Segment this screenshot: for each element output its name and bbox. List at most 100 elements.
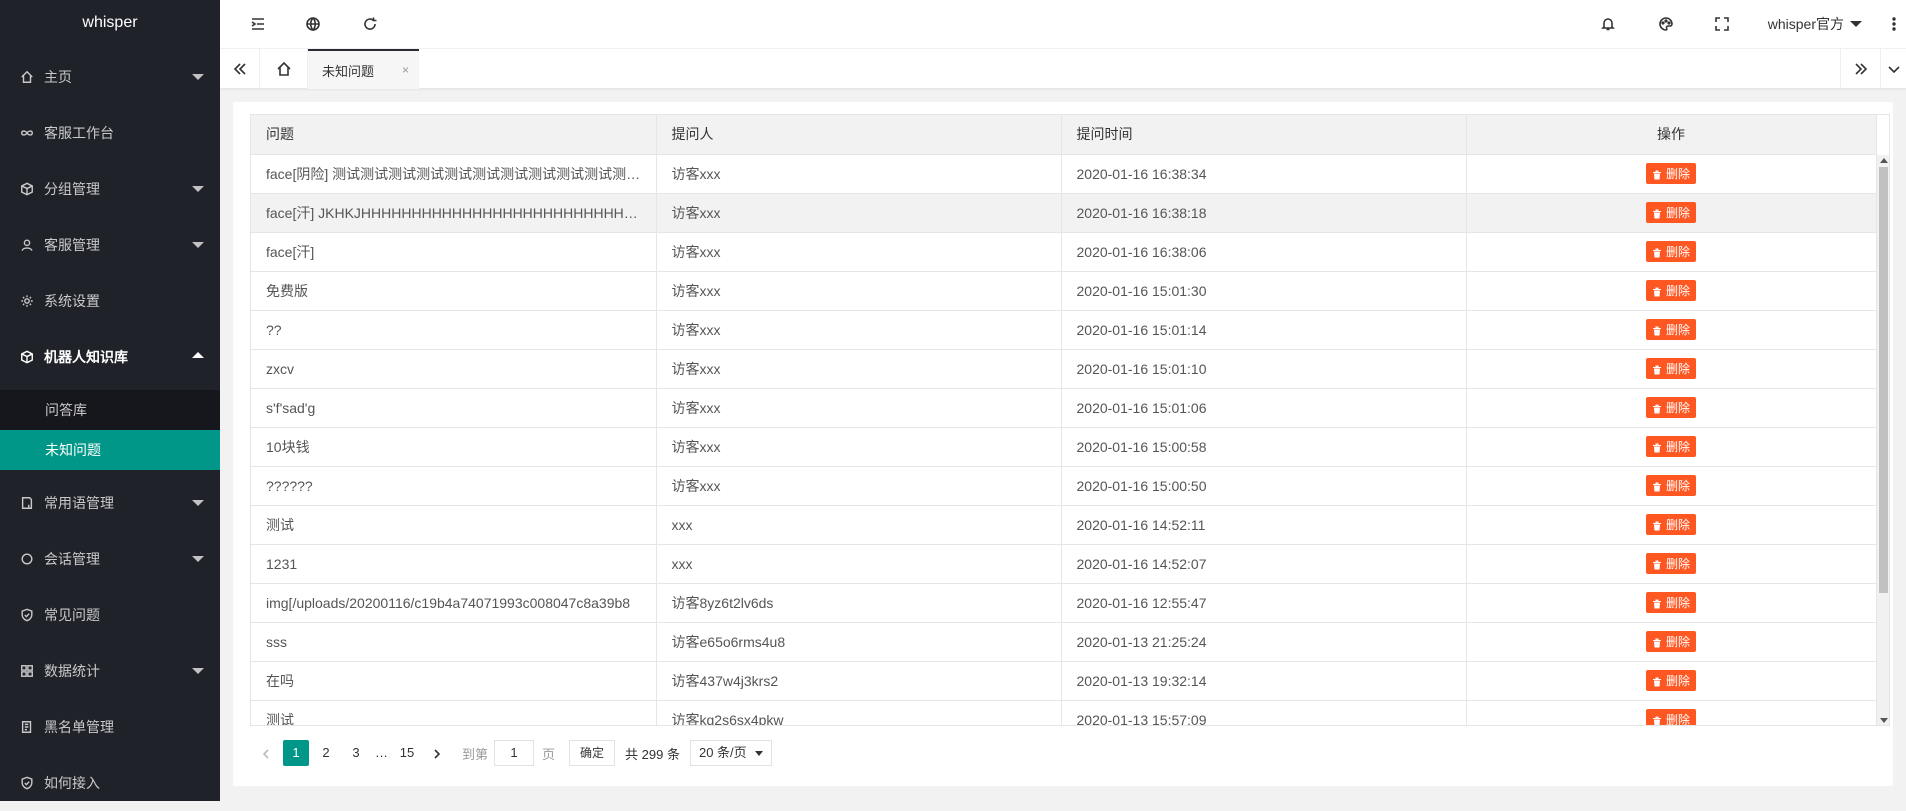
cell-actions: 删除 xyxy=(1466,583,1877,623)
delete-button[interactable]: 删除 xyxy=(1645,280,1696,301)
delete-button[interactable]: 删除 xyxy=(1645,592,1696,613)
table-row[interactable]: 10块钱 访客xxx 2020-01-16 15:00:58 删除 xyxy=(251,427,1877,467)
theme-palette-icon[interactable] xyxy=(1656,14,1676,34)
cell-question: s'f'sad'g xyxy=(251,388,657,428)
grid-icon xyxy=(20,664,34,678)
sidebar-item-faq[interactable]: 常见问题 xyxy=(0,587,220,643)
next-page-button[interactable] xyxy=(424,740,450,766)
data-table: 问题 提问人 提问时间 操作 face[阴险] 测试测试测试测试测试测试测试测试… xyxy=(250,114,1890,726)
sidebar-item-phrases[interactable]: 常用语管理 xyxy=(0,475,220,531)
table-row[interactable]: 在吗 访客437w4j3krs2 2020-01-13 19:32:14 删除 xyxy=(251,661,1877,701)
page-button-1[interactable]: 1 xyxy=(283,740,309,766)
table-row[interactable]: s'f'sad'g 访客xxx 2020-01-16 15:01:06 删除 xyxy=(251,388,1877,428)
sidebar-item-groups[interactable]: 分组管理 xyxy=(0,161,220,217)
delete-button[interactable]: 删除 xyxy=(1645,709,1696,726)
delete-label: 删除 xyxy=(1665,362,1690,376)
fullscreen-icon[interactable] xyxy=(1712,14,1732,34)
delete-label: 删除 xyxy=(1665,713,1690,726)
sidebar-item-home[interactable]: 主页 xyxy=(0,49,220,105)
sidebar-item-settings[interactable]: 系统设置 xyxy=(0,273,220,329)
table-row[interactable]: img[/uploads/20200116/c19b4a74071993c008… xyxy=(251,583,1877,623)
globe-icon[interactable] xyxy=(303,14,323,34)
scrollbar-thumb[interactable] xyxy=(1879,167,1888,593)
tabs-scroll-right-icon[interactable] xyxy=(1840,49,1880,89)
delete-button[interactable]: 删除 xyxy=(1645,202,1696,223)
page-size-select[interactable]: 20 条/页 xyxy=(689,740,772,766)
scroll-down-icon[interactable] xyxy=(1880,718,1888,723)
cell-time: 2020-01-16 12:55:47 xyxy=(1061,583,1467,623)
cell-time: 2020-01-16 15:01:14 xyxy=(1061,310,1467,350)
column-header-time[interactable]: 提问时间 xyxy=(1061,115,1467,155)
bell-icon[interactable] xyxy=(1598,14,1618,34)
shield-icon xyxy=(20,776,34,790)
delete-button[interactable]: 删除 xyxy=(1645,397,1696,418)
note-icon xyxy=(20,496,34,510)
table-row[interactable]: 1231 xxx 2020-01-16 14:52:07 删除 xyxy=(251,544,1877,584)
goto-confirm-button[interactable]: 确定 xyxy=(569,740,616,766)
delete-button[interactable]: 删除 xyxy=(1645,631,1696,652)
page-button-3[interactable]: 3 xyxy=(343,740,369,766)
table-row[interactable]: 测试 xxx 2020-01-16 14:52:11 删除 xyxy=(251,505,1877,545)
chevron-down-icon xyxy=(192,186,204,192)
cell-time: 2020-01-16 15:01:06 xyxy=(1061,388,1467,428)
scroll-up-icon[interactable] xyxy=(1880,158,1888,163)
tab-unknown-questions[interactable]: 未知问题 × xyxy=(308,49,419,89)
table-row[interactable]: face[汗] JKHKJHHHHHHHHHHHHHHHHHHHHHHHHHHH… xyxy=(251,193,1877,233)
sidebar-item-agents[interactable]: 客服管理 xyxy=(0,217,220,273)
table-row[interactable]: ?????? 访客xxx 2020-01-16 15:00:50 删除 xyxy=(251,466,1877,506)
user-menu[interactable]: whisper官方 xyxy=(1768,14,1862,34)
table-row[interactable]: 免费版 访客xxx 2020-01-16 15:01:30 删除 xyxy=(251,271,1877,311)
menu-collapse-icon[interactable] xyxy=(248,14,268,34)
table-row[interactable]: face[汗] 访客xxx 2020-01-16 16:38:06 删除 xyxy=(251,232,1877,272)
sidebar-item-how-to-connect[interactable]: 如何接入 xyxy=(0,755,220,811)
trash-icon xyxy=(1652,520,1662,530)
table-row[interactable]: face[阴险] 测试测试测试测试测试测试测试测试测试测试测试测试测试 访客xxx… xyxy=(251,154,1877,194)
sidebar-item-blacklist[interactable]: 黑名单管理 xyxy=(0,699,220,755)
delete-label: 删除 xyxy=(1665,323,1690,337)
cell-question: 测试 xyxy=(251,505,657,545)
cell-question: ?? xyxy=(251,310,657,350)
sidebar-item-sessions[interactable]: 会话管理 xyxy=(0,531,220,587)
tabs-dropdown-icon[interactable] xyxy=(1880,49,1906,89)
delete-button[interactable]: 删除 xyxy=(1645,241,1696,262)
table-row[interactable]: sss 访客e65o6rms4u8 2020-01-13 21:25:24 删除 xyxy=(251,622,1877,662)
delete-button[interactable]: 删除 xyxy=(1645,358,1696,379)
table-row[interactable]: zxcv 访客xxx 2020-01-16 15:01:10 删除 xyxy=(251,349,1877,389)
cell-question: 免费版 xyxy=(251,271,657,311)
trash-icon xyxy=(1652,676,1662,686)
delete-button[interactable]: 删除 xyxy=(1645,514,1696,535)
page-button-15[interactable]: 15 xyxy=(394,740,420,766)
sidebar-item-label: 机器人知识库 xyxy=(44,349,128,365)
close-icon[interactable]: × xyxy=(402,63,409,77)
content-card: 问题 提问人 提问时间 操作 face[阴险] 测试测试测试测试测试测试测试测试… xyxy=(233,102,1893,786)
sidebar-item-robot-kb[interactable]: 机器人知识库 xyxy=(0,329,220,385)
tabs-scroll-left-icon[interactable] xyxy=(220,49,260,89)
delete-button[interactable]: 删除 xyxy=(1645,319,1696,340)
cell-question: 在吗 xyxy=(251,661,657,701)
page-button-2[interactable]: 2 xyxy=(313,740,339,766)
column-header-question[interactable]: 问题 xyxy=(251,115,657,155)
table-row[interactable]: 测试 访客kq2s6sx4pkw 2020-01-13 15:57:09 删除 xyxy=(251,700,1877,726)
sidebar-item-stats[interactable]: 数据统计 xyxy=(0,643,220,699)
table-scrollbar[interactable] xyxy=(1877,155,1889,725)
cell-actions: 删除 xyxy=(1466,700,1877,726)
sidebar-subitem-qa-library[interactable]: 问答库 xyxy=(0,390,220,430)
table-row[interactable]: ?? 访客xxx 2020-01-16 15:01:14 删除 xyxy=(251,310,1877,350)
refresh-icon[interactable] xyxy=(360,14,380,34)
more-vertical-icon[interactable] xyxy=(1884,14,1904,34)
delete-button[interactable]: 删除 xyxy=(1645,475,1696,496)
delete-button[interactable]: 删除 xyxy=(1645,163,1696,184)
delete-button[interactable]: 删除 xyxy=(1645,553,1696,574)
cell-asker: 访客e65o6rms4u8 xyxy=(656,622,1062,662)
sidebar-item-workbench[interactable]: 客服工作台 xyxy=(0,105,220,161)
column-header-asker[interactable]: 提问人 xyxy=(656,115,1062,155)
prev-page-button[interactable] xyxy=(253,740,279,766)
goto-page-input[interactable]: 1 xyxy=(494,740,535,766)
chevron-right-icon xyxy=(434,748,441,759)
delete-button[interactable]: 删除 xyxy=(1645,670,1696,691)
cell-actions: 删除 xyxy=(1466,271,1877,311)
sidebar-subitem-unknown-questions[interactable]: 未知问题 xyxy=(0,430,220,470)
sidebar-item-label: 系统设置 xyxy=(44,293,100,309)
home-tab-icon[interactable] xyxy=(260,49,308,89)
delete-button[interactable]: 删除 xyxy=(1645,436,1696,457)
